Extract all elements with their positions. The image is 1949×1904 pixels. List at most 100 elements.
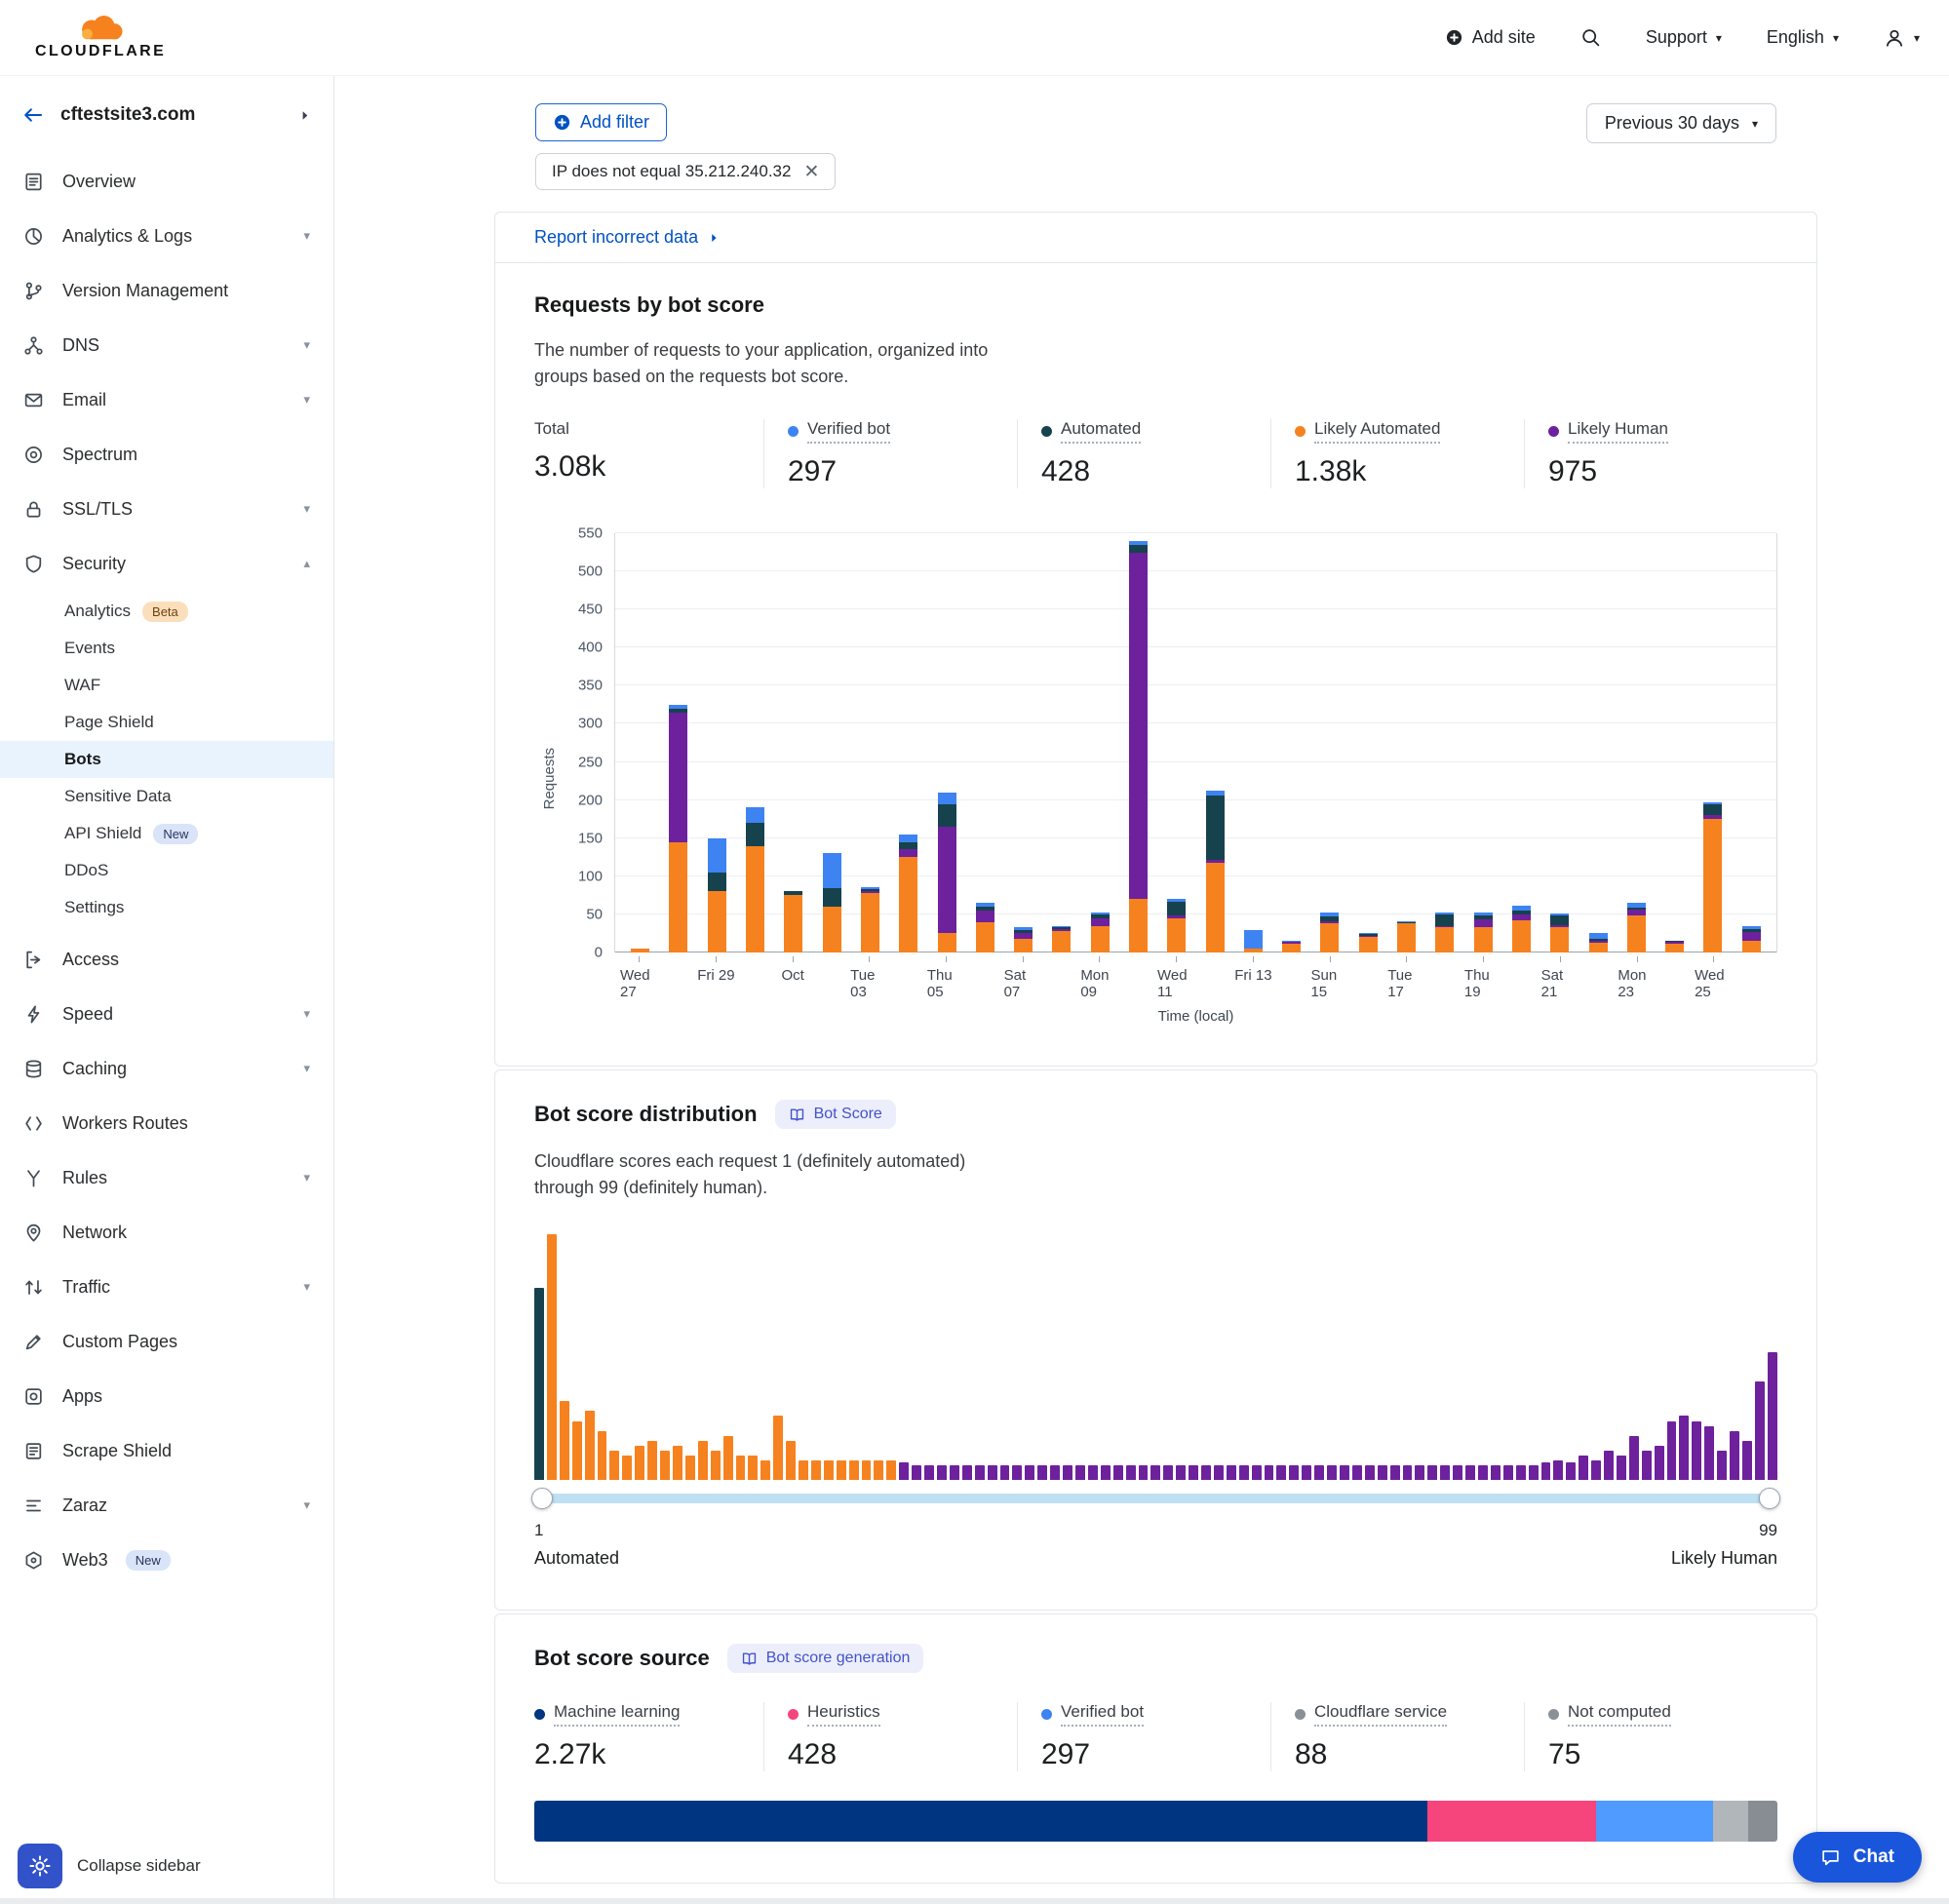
sidebar-subitem-label: DDoS xyxy=(64,861,108,880)
collapse-sidebar[interactable]: Collapse sidebar xyxy=(0,1828,333,1904)
bar-segment-automated xyxy=(823,888,841,908)
sidebar-item-traffic[interactable]: Traffic▾ xyxy=(0,1260,333,1314)
bar-segment-likely-automated xyxy=(1244,949,1263,952)
histogram-bar xyxy=(1025,1465,1034,1480)
sidebar-item-overview[interactable]: Overview xyxy=(0,154,333,209)
sidebar-item-rules[interactable]: Rules▾ xyxy=(0,1150,333,1205)
histogram-bar xyxy=(874,1460,883,1480)
sidebar-item-email[interactable]: Email▾ xyxy=(0,372,333,427)
report-incorrect-data-row: Report incorrect data xyxy=(495,213,1816,263)
histogram-bar xyxy=(1365,1465,1375,1480)
histogram-bar xyxy=(1176,1465,1186,1480)
sidebar-item-sensitive-data[interactable]: Sensitive Data xyxy=(0,778,333,815)
stat-value: 75 xyxy=(1548,1738,1777,1771)
bot-score-range-slider[interactable] xyxy=(534,1488,1777,1509)
sidebar-item-spectrum[interactable]: Spectrum xyxy=(0,427,333,482)
stat-value: 975 xyxy=(1548,455,1777,488)
stat-label-text: Likely Automated xyxy=(1314,419,1440,444)
bar-slot xyxy=(1157,899,1195,952)
chat-button[interactable]: Chat xyxy=(1793,1832,1922,1883)
requests-plot xyxy=(614,533,1777,952)
sidebar-item-access[interactable]: Access xyxy=(0,932,333,987)
add-filter-button[interactable]: Add filter xyxy=(535,103,667,141)
sidebar-item-caching[interactable]: Caching▾ xyxy=(0,1041,333,1096)
chevron-right-icon[interactable] xyxy=(297,108,312,123)
sidebar-item-analytics[interactable]: AnalyticsBeta xyxy=(0,593,333,630)
histogram-bar xyxy=(660,1451,670,1480)
bar-slot xyxy=(927,793,965,952)
cloudflare-logo[interactable]: CLOUDFLARE xyxy=(29,16,166,60)
sidebar-item-page-shield[interactable]: Page Shield xyxy=(0,704,333,741)
stat-likely-human: Likely Human975 xyxy=(1524,419,1777,488)
sidebar-item-api-shield[interactable]: API ShieldNew xyxy=(0,815,333,852)
bar-slot xyxy=(1502,906,1540,952)
sidebar-item-analytics-logs[interactable]: Analytics & Logs▾ xyxy=(0,209,333,263)
support-menu[interactable]: Support ▾ xyxy=(1646,27,1722,48)
histogram-bar xyxy=(1415,1465,1424,1480)
sidebar-item-workers-routes[interactable]: Workers Routes xyxy=(0,1096,333,1150)
bar-segment-verified-bot xyxy=(938,793,956,804)
sidebar-item-custom-pages[interactable]: Custom Pages xyxy=(0,1314,333,1369)
x-tick-label: Tue 03 xyxy=(850,967,888,1000)
stacked-bar xyxy=(1397,921,1416,952)
sidebar-item-web3[interactable]: Web3New xyxy=(0,1533,333,1587)
x-tick xyxy=(1042,956,1080,1000)
sidebar-item-label: Rules xyxy=(62,1168,107,1188)
sidebar-item-security[interactable]: Security▴ xyxy=(0,536,333,591)
sidebar-subitem-label: Page Shield xyxy=(64,713,154,732)
histogram-bar xyxy=(1113,1465,1123,1480)
sidebar-subitem-label: Settings xyxy=(64,898,124,917)
sidebar-item-scrape-shield[interactable]: Scrape Shield xyxy=(0,1423,333,1478)
close-icon[interactable]: ✕ xyxy=(803,163,819,181)
sidebar-item-ssl-tls[interactable]: SSL/TLS▾ xyxy=(0,482,333,536)
stacked-bar xyxy=(1282,941,1301,953)
filter-chip[interactable]: IP does not equal 35.212.240.32 ✕ xyxy=(535,153,836,190)
sidebar-item-bots[interactable]: Bots xyxy=(0,741,333,778)
histogram-bar xyxy=(937,1465,947,1480)
sidebar-item-ddos[interactable]: DDoS xyxy=(0,852,333,889)
sidebar-item-apps[interactable]: Apps xyxy=(0,1369,333,1423)
sidebar-item-label: Version Management xyxy=(62,281,228,301)
scale-values: 1 99 xyxy=(534,1521,1777,1540)
histogram-bar xyxy=(698,1441,708,1480)
x-tick-label: Mon 23 xyxy=(1618,967,1656,1000)
bar-segment-likely-automated xyxy=(746,846,764,952)
slider-handle-left[interactable] xyxy=(531,1488,553,1509)
bot-score-generation-badge[interactable]: Bot score generation xyxy=(727,1644,924,1673)
horizontal-scrollbar[interactable] xyxy=(0,1898,1949,1904)
stacked-bar xyxy=(1742,926,1761,952)
bar-segment-verified-bot xyxy=(746,807,764,823)
stat-label: Machine learning xyxy=(534,1702,763,1727)
sidebar-item-events[interactable]: Events xyxy=(0,630,333,667)
sidebar-subitem-label: Analytics xyxy=(64,602,131,621)
gear-icon[interactable] xyxy=(18,1844,62,1888)
requests-card: Report incorrect data Requests by bot sc… xyxy=(494,212,1817,1067)
x-tick-label: Sat 21 xyxy=(1541,967,1579,1000)
sidebar-item-network[interactable]: Network xyxy=(0,1205,333,1260)
sidebar-item-settings[interactable]: Settings xyxy=(0,889,333,926)
account-menu[interactable]: ▾ xyxy=(1884,27,1920,49)
sidebar-item-zaraz[interactable]: Zaraz▾ xyxy=(0,1478,333,1533)
bot-score-badge[interactable]: Bot Score xyxy=(775,1100,896,1129)
slider-handle-right[interactable] xyxy=(1759,1488,1780,1509)
language-menu[interactable]: English ▾ xyxy=(1767,27,1839,48)
histogram-bar xyxy=(1465,1465,1475,1480)
report-incorrect-data-link[interactable]: Report incorrect data xyxy=(534,227,721,248)
search-button[interactable] xyxy=(1580,27,1601,48)
bar-segment-likely-automated xyxy=(669,842,687,952)
slider-track[interactable] xyxy=(534,1494,1777,1503)
histogram-bar xyxy=(988,1465,997,1480)
date-range-dropdown[interactable]: Previous 30 days ▾ xyxy=(1586,103,1776,143)
stacked-bar xyxy=(1474,913,1493,952)
sidebar-item-waf[interactable]: WAF xyxy=(0,667,333,704)
sidebar-item-version-management[interactable]: Version Management xyxy=(0,263,333,318)
chevron-down-icon: ▾ xyxy=(1833,31,1839,45)
filter-chip-text: IP does not equal 35.212.240.32 xyxy=(552,162,791,181)
histogram-bar xyxy=(1655,1446,1664,1480)
back-arrow-icon[interactable] xyxy=(21,103,45,127)
stacked-bar xyxy=(976,903,994,952)
add-site-button[interactable]: Add site xyxy=(1445,27,1536,48)
bar-segment-likely-automated xyxy=(1167,918,1186,952)
sidebar-item-dns[interactable]: DNS▾ xyxy=(0,318,333,372)
sidebar-item-speed[interactable]: Speed▾ xyxy=(0,987,333,1041)
